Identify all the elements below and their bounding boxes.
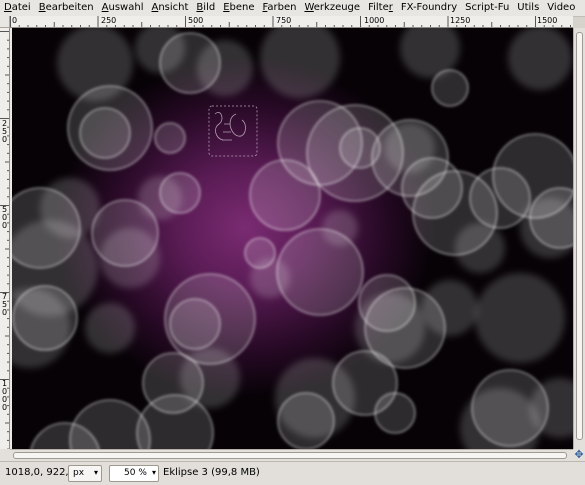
bokeh-circle (79, 107, 131, 159)
bokeh-circle (508, 28, 572, 90)
navigate-icon[interactable]: ✥ (573, 449, 585, 461)
bokeh-circle (12, 285, 78, 351)
bokeh-circle (10, 187, 81, 269)
unit-value: px (73, 468, 85, 478)
image-canvas[interactable] (10, 28, 573, 449)
menu-item[interactable]: Bearbeiten (35, 0, 98, 16)
bokeh-circle (244, 237, 276, 269)
horizontal-scrollbar-thumb[interactable] (13, 452, 567, 459)
bokeh-image (10, 28, 573, 449)
vertical-scrollbar-thumb[interactable] (576, 32, 583, 440)
bokeh-circle (374, 392, 416, 434)
bokeh-circle (277, 392, 335, 449)
pointer-coordinates: 1018,0, 922,0 (5, 467, 75, 478)
ornament-logo (208, 105, 258, 157)
bokeh-circle (431, 69, 469, 107)
horizontal-ruler[interactable]: 0 250 500 750 1000 1250 1500 (10, 16, 573, 28)
bokeh-circle (471, 369, 549, 447)
menu-item[interactable]: Utils (513, 0, 543, 16)
bokeh-circle (339, 127, 381, 169)
gimp-image-window: Datei Bearbeiten Auswahl Ansicht Bild Ebene Fa… (0, 0, 585, 485)
menu-item[interactable]: Datei (0, 0, 35, 16)
menu-item[interactable]: Bild (192, 0, 219, 16)
menu-item[interactable]: Ansicht (147, 0, 192, 16)
bokeh-circle (475, 273, 565, 363)
vertical-scrollbar[interactable] (573, 28, 585, 449)
bokeh-circle (276, 228, 364, 316)
scroll-corner-left (0, 449, 10, 461)
bokeh-circle (260, 28, 340, 98)
horizontal-scrollbar[interactable] (10, 449, 573, 461)
bokeh-circle (159, 32, 221, 94)
zoom-value: 50 % (124, 468, 147, 478)
bokeh-circle (85, 303, 135, 353)
layer-info: Eklipse 3 (99,8 MB) (163, 467, 260, 478)
quick-mask-toggle[interactable] (0, 16, 10, 28)
menu-item[interactable]: Script-Fu (461, 0, 513, 16)
chevron-down-icon: ▾ (151, 468, 156, 477)
menu-item[interactable]: Filter (364, 0, 397, 16)
menu-item[interactable]: Werkzeuge (300, 0, 364, 16)
bokeh-circle (249, 159, 321, 231)
ruler-h-ticks (10, 16, 571, 27)
menubar: Datei Bearbeiten Auswahl Ansicht Bild Ebene Fa… (0, 0, 585, 17)
menu-item[interactable]: FX-Foundry (397, 0, 461, 16)
menu-item[interactable]: Farben (259, 0, 301, 16)
menu-item[interactable]: Video (543, 0, 579, 16)
vertical-ruler[interactable]: 250 500 750 1000 (0, 28, 10, 449)
chevron-down-icon: ▾ (93, 468, 98, 477)
bokeh-circle (159, 172, 201, 214)
zoom-combo[interactable]: 50 % ▾ (109, 465, 159, 482)
ruler-v-ticks (0, 31, 9, 449)
menu-item[interactable]: Ebene (219, 0, 258, 16)
canvas-edge (10, 28, 12, 449)
statusbar: 1018,0, 922,0 px ▾ 50 % ▾ Eklipse 3 (99,… (0, 461, 585, 485)
bokeh-circle (154, 122, 186, 154)
unit-select[interactable]: px ▾ (68, 465, 102, 482)
bokeh-circle (169, 298, 221, 350)
menu-item[interactable]: Auswahl (98, 0, 148, 16)
bokeh-circle (91, 199, 159, 267)
